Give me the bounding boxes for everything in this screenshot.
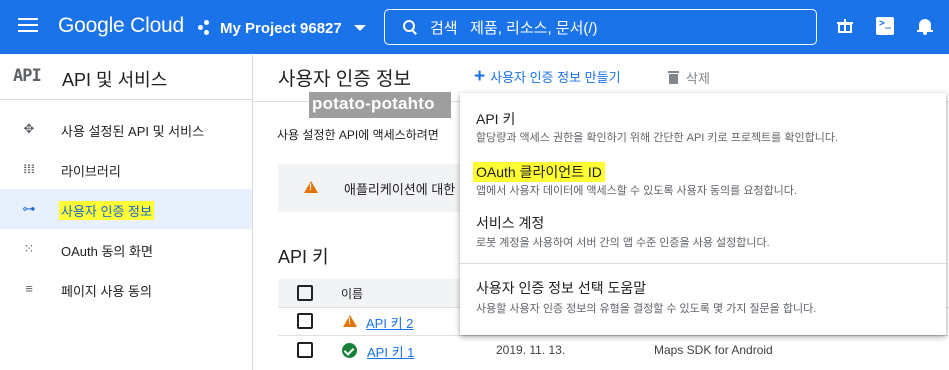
gift-icon[interactable] [836, 17, 854, 35]
api-key-link[interactable]: API 키 1 [367, 342, 414, 361]
warning-status-icon [343, 315, 357, 327]
search-placeholder: 검색 제품, 리소스, 문서(/) [430, 19, 598, 37]
row-checkbox[interactable] [297, 313, 313, 329]
sidebar-item-credentials[interactable]: ⊶ 사용자 인증 정보 [0, 189, 252, 229]
project-dots-icon [198, 20, 214, 36]
google-cloud-logo[interactable]: Google Cloud [58, 14, 184, 38]
warning-banner: 애플리케이션에 대한 [278, 164, 464, 212]
creation-date: 2019. 11. 13. [496, 343, 566, 357]
select-all-checkbox[interactable] [297, 285, 313, 301]
menu-item-desc: 할당량과 액세스 권한을 확인하기 위해 간단한 API 키로 프로젝트를 확인… [476, 132, 839, 144]
sidebar-item-oauth-consent[interactable]: ⁙ OAuth 동의 화면 [0, 229, 252, 269]
row-checkbox[interactable] [297, 342, 313, 358]
warning-text: 애플리케이션에 대한 [344, 182, 456, 197]
menu-item-title: API 키 [476, 111, 516, 127]
row-divider [278, 335, 949, 336]
menu-item-service-account[interactable]: 서비스 계정 로봇 계정을 사용하여 서버 간의 앱 수준 인증을 사용 설정합… [460, 204, 946, 258]
consent-icon: ⁙ [23, 241, 35, 256]
menu-item-desc: 사용할 사용자 인증 정보의 유형을 결정할 수 있도록 몇 가지 질문을 합니… [476, 303, 817, 315]
search-icon [403, 20, 417, 34]
top-app-bar: Google Cloud My Project 96827 검색 제품, 리소스… [0, 0, 949, 54]
page-title: 사용자 인증 정보 [278, 69, 411, 90]
menu-item-title: 사용자 인증 정보 선택 도움말 [476, 280, 647, 296]
api-logo-icon: API [13, 66, 42, 86]
library-icon: 𝍖 [23, 161, 35, 176]
sidebar-title: API 및 서비스 [62, 70, 168, 90]
check-circle-icon [342, 343, 357, 358]
warning-icon [304, 181, 318, 193]
menu-item-desc: 앱에서 사용자 데이터에 액세스할 수 있도록 사용자 동의를 요청합니다. [476, 185, 797, 197]
agreement-icon: ≡ [25, 281, 33, 296]
create-credentials-button[interactable]: + 사용자 인증 정보 만들기 [474, 67, 621, 86]
delete-button[interactable]: 삭제 [668, 68, 710, 87]
trash-icon [668, 71, 679, 84]
sidebar-item-label: 사용자 인증 정보 [59, 201, 154, 220]
delete-label: 삭제 [686, 71, 710, 86]
sidebar-item-label: 사용 설정된 API 및 서비스 [61, 124, 205, 139]
menu-item-desc: 로봇 계정을 사용하여 서버 간의 앱 수준 인증을 사용 설정합니다. [476, 237, 770, 249]
project-name: My Project 96827 [220, 19, 342, 37]
menu-icon[interactable] [18, 17, 38, 33]
create-credentials-label: 사용자 인증 정보 만들기 [490, 70, 621, 85]
sidebar-item-enabled-apis[interactable]: ✥ 사용 설정된 API 및 서비스 [0, 109, 252, 149]
menu-item-api-key[interactable]: API 키 할당량과 액세스 권한을 확인하기 위해 간단한 API 키로 프로… [460, 93, 946, 150]
diamond-grid-icon: ✥ [23, 121, 35, 136]
section-title-api-keys: API 키 [278, 247, 329, 267]
sidebar: API API 및 서비스 ✥ 사용 설정된 API 및 서비스 𝍖 라이브러리… [0, 54, 253, 370]
menu-item-oauth-client-id[interactable]: OAuth 클라이언트 ID 앱에서 사용자 데이터에 액세스할 수 있도록 사… [460, 150, 946, 204]
api-restriction: Maps SDK for Android [654, 343, 773, 357]
menu-item-help-me-choose[interactable]: 사용자 인증 정보 선택 도움말 사용할 사용자 인증 정보의 유형을 결정할 … [460, 264, 946, 324]
search-bar[interactable]: 검색 제품, 리소스, 문서(/) [384, 9, 817, 45]
cloud-shell-icon[interactable] [876, 17, 894, 35]
create-credentials-menu: API 키 할당량과 액세스 권한을 확인하기 위해 간단한 API 키로 프로… [460, 93, 946, 335]
project-selector[interactable]: My Project 96827 [198, 17, 366, 39]
sidebar-item-label: OAuth 동의 화면 [61, 244, 153, 259]
key-icon: ⊶ [22, 201, 36, 216]
column-header-name: 이름 [341, 287, 364, 301]
menu-item-title: 서비스 계정 [476, 215, 545, 231]
menu-item-title: OAuth 클라이언트 ID [473, 162, 605, 182]
watermark: potato-potahto [309, 92, 451, 118]
sidebar-item-label: 라이브러리 [61, 164, 121, 179]
sidebar-header: API API 및 서비스 [0, 54, 252, 100]
plus-icon: + [474, 65, 486, 87]
api-key-link[interactable]: API 키 2 [366, 313, 413, 332]
sidebar-item-library[interactable]: 𝍖 라이브러리 [0, 149, 252, 189]
description-text: 사용 설정한 API에 액세스하려면 [277, 128, 439, 142]
notifications-bell-icon[interactable] [916, 17, 934, 35]
sidebar-item-page-agreement[interactable]: ≡ 페이지 사용 동의 [0, 269, 252, 309]
sidebar-item-label: 페이지 사용 동의 [61, 284, 152, 299]
dropdown-caret-icon [353, 25, 366, 31]
